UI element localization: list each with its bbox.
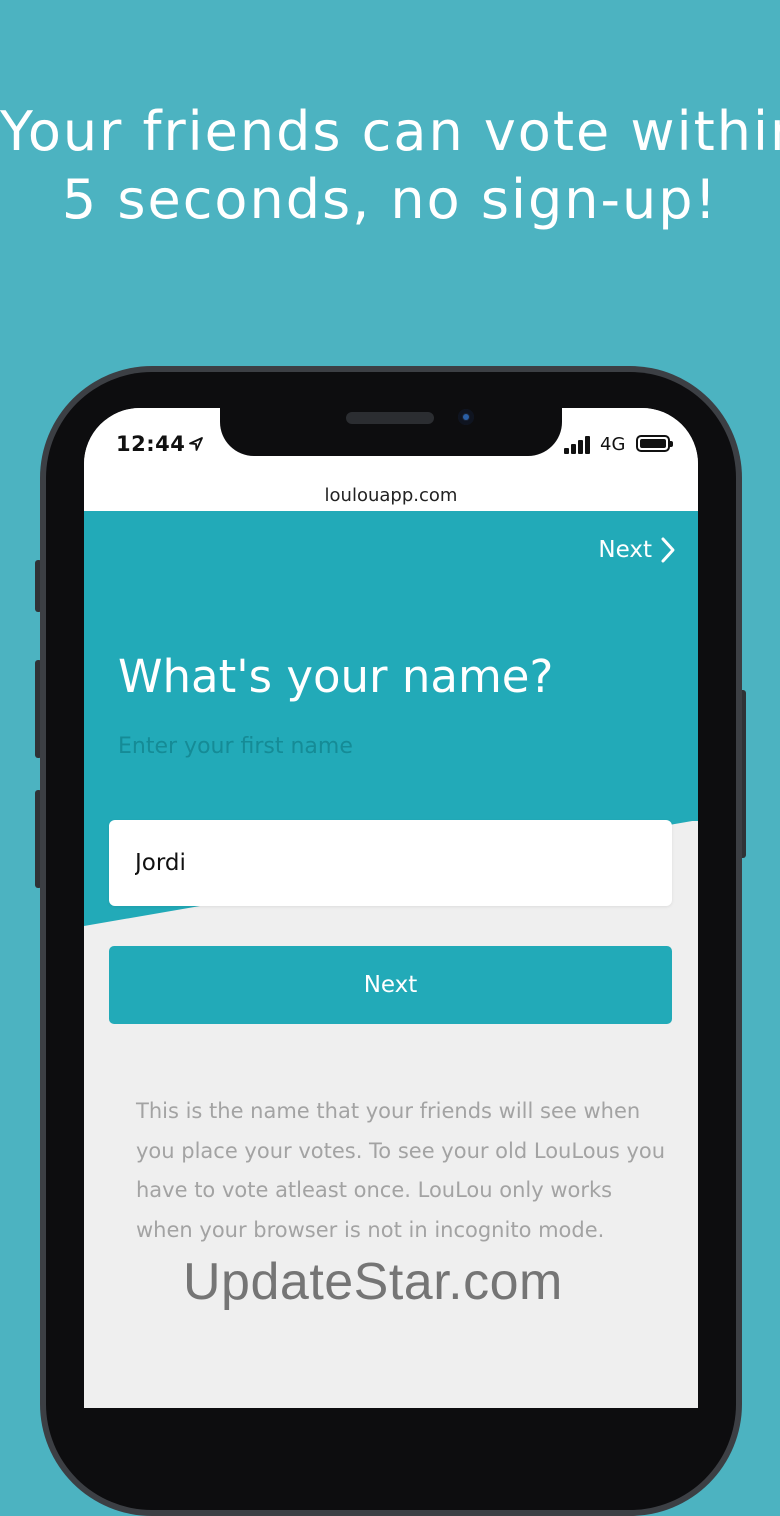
chevron-right-icon [661,537,675,563]
top-next-link[interactable]: Next [598,536,676,564]
browser-url[interactable]: loulouapp.com [84,484,698,512]
front-camera [458,409,474,425]
battery-icon [636,435,673,452]
page-subtitle: Enter your first name [118,734,353,759]
next-button[interactable]: Next [109,946,672,1024]
headline-line-2: 5 seconds, no sign-up! [61,168,719,231]
info-text: This is the name that your friends will … [136,1099,666,1242]
promo-headline: Your friends can vote within 5 seconds, … [0,98,780,234]
signal-bars-icon [564,436,594,454]
network-type: 4G [600,434,626,455]
earpiece-speaker [346,412,434,424]
location-arrow-icon [189,437,203,451]
watermark: UpdateStar.com [183,1253,563,1311]
top-next-label: Next [598,537,652,563]
page-title: What's your name? [118,650,554,703]
headline-line-1: Your friends can vote within [0,100,780,163]
phone-notch [220,408,562,456]
first-name-input[interactable] [109,820,672,906]
status-time: 12:44 [116,432,186,456]
